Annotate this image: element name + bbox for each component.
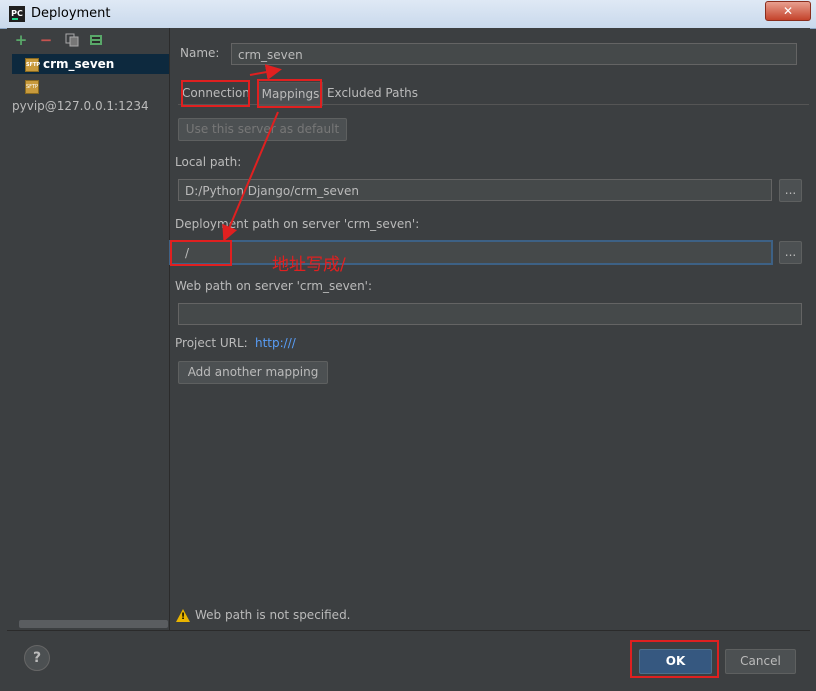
sftp-icon: SFTP xyxy=(25,57,40,72)
local-path-label: Local path: xyxy=(175,155,242,169)
footer-divider xyxy=(7,630,810,631)
server-name-input[interactable]: crm_seven xyxy=(231,43,797,65)
server-item-pyvip[interactable]: SFTP pyvip@127.0.0.1:1234 xyxy=(12,76,169,113)
tabs-divider xyxy=(178,104,809,105)
name-label: Name: xyxy=(180,46,220,60)
annotation-note: 地址写成/ xyxy=(272,255,346,275)
deployment-path-browse-button[interactable]: ... xyxy=(779,241,802,264)
web-path-input[interactable] xyxy=(178,303,802,325)
server-list-panel xyxy=(7,28,170,630)
deployment-path-input[interactable]: / xyxy=(169,240,773,265)
server-list-scrollbar[interactable] xyxy=(19,620,168,628)
window-title: Deployment xyxy=(31,6,111,21)
add-another-mapping-button[interactable]: Add another mapping xyxy=(178,361,328,384)
pycharm-app-icon: PC xyxy=(9,6,25,22)
copy-server-icon[interactable] xyxy=(65,33,79,47)
add-server-icon[interactable]: + xyxy=(14,33,28,48)
server-item-label: crm_seven xyxy=(43,57,115,71)
cancel-button[interactable]: Cancel xyxy=(725,649,796,674)
warning-message: Web path is not specified. xyxy=(195,608,351,622)
tab-excluded-paths[interactable]: Excluded Paths xyxy=(325,82,420,104)
local-path-browse-button[interactable]: ... xyxy=(779,179,802,202)
remove-server-icon[interactable]: − xyxy=(39,33,53,48)
server-item-label: pyvip@127.0.0.1:1234 xyxy=(12,99,149,113)
web-path-label: Web path on server 'crm_seven': xyxy=(175,279,373,293)
tab-mappings[interactable]: Mappings xyxy=(258,82,323,106)
help-button[interactable]: ? xyxy=(24,645,50,671)
close-button[interactable]: ✕ xyxy=(765,1,811,21)
ok-button[interactable]: OK xyxy=(639,649,712,674)
title-bar: PC Deployment ✕ xyxy=(0,0,816,29)
tab-connection[interactable]: Connection xyxy=(182,82,250,104)
set-default-server-icon[interactable] xyxy=(89,33,103,47)
project-url-link[interactable]: http:/// xyxy=(255,336,296,350)
sftp-icon: SFTP xyxy=(25,79,39,94)
local-path-input[interactable]: D:/Python Django/crm_seven xyxy=(178,179,772,201)
project-url-label: Project URL: xyxy=(175,336,248,350)
use-as-default-button[interactable]: Use this server as default xyxy=(178,118,347,141)
warning-icon: ! xyxy=(176,609,190,622)
deployment-path-label: Deployment path on server 'crm_seven': xyxy=(175,217,420,231)
server-item-crm-seven[interactable]: SFTP crm_seven xyxy=(12,54,169,74)
